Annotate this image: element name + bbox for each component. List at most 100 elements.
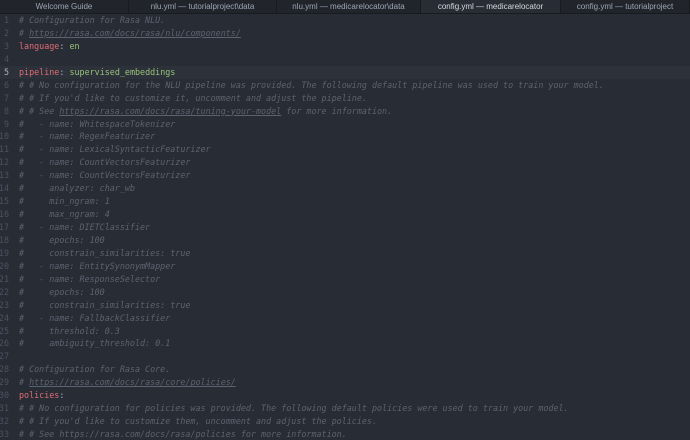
code-line[interactable]: 16 # max_ngram: 4 xyxy=(0,208,690,221)
line-number: 1 xyxy=(3,15,9,25)
tab-bar: Welcome Guide nlu.yml — tutorialproject\d… xyxy=(0,0,690,14)
code-text: # - name: ResponseSelector xyxy=(19,273,160,286)
code-link[interactable]: https://rasa.com/docs/rasa/core/policies… xyxy=(29,377,236,387)
code-text: # constrain_similarities: true xyxy=(19,247,190,260)
code-line[interactable]: 33 # # See https://rasa.com/docs/rasa/pol… xyxy=(0,428,690,440)
code-line[interactable]: 25 # threshold: 0.3 xyxy=(0,325,690,338)
line-number: 9 xyxy=(3,118,9,129)
code-token: # max_ngram: 4 xyxy=(19,209,110,220)
code-token: # # No configuration for policies was pr… xyxy=(19,403,569,414)
code-line[interactable]: 13 # - name: CountVectorsFeaturizer xyxy=(0,169,690,182)
code-line[interactable]: 15 # min_ngram: 1 xyxy=(0,195,690,208)
line-number: 15 xyxy=(0,196,9,207)
line-number: 27 xyxy=(0,351,9,362)
code-line[interactable]: 9 # - name: WhitespaceTokenizer xyxy=(0,118,690,131)
code-text: # epochs: 100 xyxy=(19,234,105,247)
code-token: supervised_embeddings xyxy=(69,66,176,77)
code-line[interactable]: 3 language: en xyxy=(0,40,690,53)
code-line[interactable]: 20 # - name: EntitySynonymMapper xyxy=(0,260,690,273)
code-line[interactable]: 12 # - name: CountVectorsFeaturizer xyxy=(0,156,690,169)
line-number: 31 xyxy=(0,403,9,414)
tab-4[interactable]: config.yml — medicarelocator xyxy=(421,0,561,13)
code-line[interactable]: 6 # # No configuration for the NLU pipeli… xyxy=(0,79,690,92)
code-text: pipeline: supervised_embeddings xyxy=(19,66,175,79)
code-line[interactable]: 2 # https://rasa.com/docs/rasa/nlu/compon… xyxy=(0,27,690,40)
code-line[interactable]: 17 # - name: DIETClassifier xyxy=(0,221,690,234)
code-text: # - name: CountVectorsFeaturizer xyxy=(19,169,190,182)
line-number: 13 xyxy=(0,170,9,181)
code-token: # - name: ResponseSelector xyxy=(19,273,161,284)
line-number: 33 xyxy=(0,429,9,439)
code-text: policies: xyxy=(19,389,64,402)
code-text: # Configuration for Rasa NLU. xyxy=(19,14,165,27)
code-line[interactable]: 23 # constrain_similarities: true xyxy=(0,299,690,312)
code-token: # - name: EntitySynonymMapper xyxy=(19,260,176,271)
code-text: # constrain_similarities: true xyxy=(19,299,190,312)
line-number: 21 xyxy=(0,273,9,284)
code-token: language xyxy=(19,40,60,51)
line-number: 7 xyxy=(3,92,9,103)
code-token: # # See xyxy=(19,105,60,116)
tab-2[interactable]: nlu.yml — tutorialproject\data xyxy=(129,0,277,13)
code-line[interactable]: 14 # analyzer: char_wb xyxy=(0,182,690,195)
tab-5[interactable]: config.yml — tutorialproject xyxy=(561,0,690,13)
code-token: pipeline xyxy=(19,66,60,77)
code-text: # - name: WhitespaceTokenizer xyxy=(19,118,175,131)
code-token: # constrain_similarities: true xyxy=(19,299,191,310)
code-line[interactable]: 29 # https://rasa.com/docs/rasa/core/poli… xyxy=(0,376,690,389)
code-line[interactable]: 1 # Configuration for Rasa NLU. xyxy=(0,14,690,27)
code-link[interactable]: https://rasa.com/docs/rasa/nlu/component… xyxy=(29,28,241,38)
code-token: # Configuration for Rasa Core. xyxy=(19,364,171,375)
code-editor[interactable]: 1 # Configuration for Rasa NLU. 2 # https:/… xyxy=(0,14,690,440)
code-line[interactable]: 21 # - name: ResponseSelector xyxy=(0,273,690,286)
code-token: # min_ngram: 1 xyxy=(19,196,110,207)
code-token: # ambiguity_threshold: 0.1 xyxy=(19,338,171,349)
line-number: 19 xyxy=(0,247,9,258)
code-line[interactable]: 10 # - name: RegexFeaturizer xyxy=(0,130,690,143)
code-token: # # No configuration for the NLU pipelin… xyxy=(19,79,604,90)
code-text: # # If you'd like to customize them, unc… xyxy=(19,415,377,428)
code-line[interactable]: 19 # constrain_similarities: true xyxy=(0,247,690,260)
code-token: # - name: RegexFeaturizer xyxy=(19,131,156,142)
line-number: 23 xyxy=(0,299,9,310)
line-number: 17 xyxy=(0,222,9,232)
code-token: en xyxy=(69,40,80,51)
code-token: # # If you'd like to customize them, unc… xyxy=(19,416,377,427)
code-line[interactable]: 22 # epochs: 100 xyxy=(0,286,690,299)
code-line[interactable]: 27 xyxy=(0,350,690,363)
line-number: 16 xyxy=(0,209,9,220)
code-text: # - name: EntitySynonymMapper xyxy=(19,260,175,273)
code-token: # # See https://rasa.com/docs/rasa/polic… xyxy=(19,429,347,439)
code-token: # Configuration for Rasa NLU. xyxy=(19,15,166,25)
tab-1[interactable]: Welcome Guide xyxy=(0,0,129,13)
code-text: # - name: CountVectorsFeaturizer xyxy=(19,156,190,169)
code-line[interactable]: 11 # - name: LexicalSyntacticFeaturizer xyxy=(0,143,690,156)
line-number: 4 xyxy=(3,53,9,64)
code-line[interactable]: 7 # # If you'd like to customize it, unco… xyxy=(0,92,690,105)
code-line[interactable]: 8 # # See https://rasa.com/docs/rasa/tuni… xyxy=(0,105,690,118)
code-line[interactable]: 31 # # No configuration for policies was … xyxy=(0,402,690,415)
code-line[interactable]: 26 # ambiguity_threshold: 0.1 xyxy=(0,337,690,350)
line-number: 28 xyxy=(0,364,9,375)
code-line[interactable]: 18 # epochs: 100 xyxy=(0,234,690,247)
code-text: # Configuration for Rasa Core. xyxy=(19,363,170,376)
line-number: 20 xyxy=(0,260,9,271)
tab-3[interactable]: nlu.yml — medicarelocator\data xyxy=(277,0,421,13)
code-text: # # No configuration for policies was pr… xyxy=(19,402,569,415)
code-line[interactable]: 30 policies: xyxy=(0,389,690,402)
code-token: for more information. xyxy=(281,105,393,116)
code-line[interactable]: 4 xyxy=(0,53,690,66)
code-token: : xyxy=(59,40,70,51)
code-text: # threshold: 0.3 xyxy=(19,325,120,338)
code-link[interactable]: https://rasa.com/docs/rasa/tuning-your-m… xyxy=(59,106,281,116)
code-line[interactable]: 28 # Configuration for Rasa Core. xyxy=(0,363,690,376)
line-number: 5 xyxy=(3,66,9,77)
code-line[interactable]: 32 # # If you'd like to customize them, u… xyxy=(0,415,690,428)
code-text: # https://rasa.com/docs/rasa/nlu/compone… xyxy=(19,27,241,40)
code-text: # - name: FallbackClassifier xyxy=(19,312,170,325)
code-line[interactable]: 24 # - name: FallbackClassifier xyxy=(0,312,690,325)
line-number: 30 xyxy=(0,390,9,401)
code-line[interactable]: 5 pipeline: supervised_embeddings xyxy=(0,65,690,79)
line-number: 26 xyxy=(0,338,9,349)
code-token: # xyxy=(19,377,30,388)
